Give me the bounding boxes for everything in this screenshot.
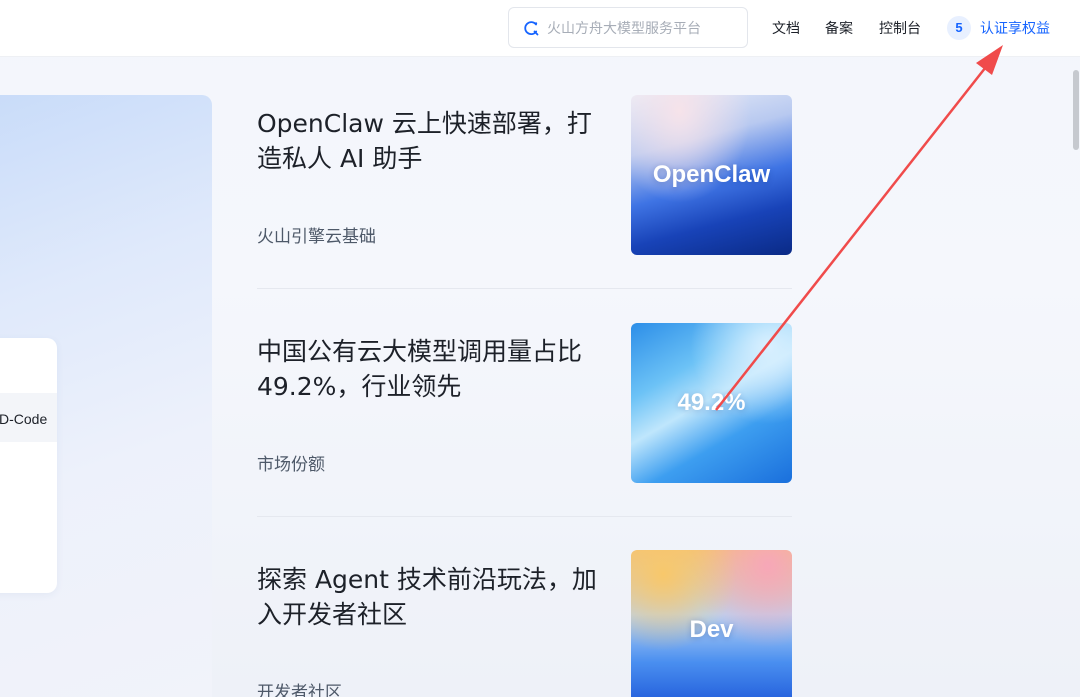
banner-card[interactable]: D-Code [0, 338, 57, 593]
article-title[interactable]: 中国公有云大模型调用量占比49.2%，行业领先 [257, 334, 607, 404]
article-tag: 火山引擎云基础 [257, 227, 376, 247]
article-thumbnail[interactable]: Dev [631, 550, 792, 697]
thumbnail-text: 49.2% [677, 389, 746, 416]
article-divider [257, 288, 792, 289]
article-item-dev-community[interactable]: 探索 Agent 技术前沿玩法，加入开发者社区 开发者社区 Dev [257, 550, 792, 697]
certification-benefits-link[interactable]: 认证享权益 [980, 18, 1050, 38]
hero-banner[interactable]: D-Code [0, 95, 212, 697]
article-tag: 市场份额 [257, 455, 325, 475]
notification-badge[interactable]: 5 [947, 16, 971, 40]
search-icon [524, 20, 539, 35]
nav-docs-link[interactable]: 文档 [772, 18, 800, 38]
article-thumbnail[interactable]: OpenClaw [631, 95, 792, 255]
article-item-openclaw[interactable]: OpenClaw 云上快速部署，打造私人 AI 助手 火山引擎云基础 OpenC… [257, 95, 792, 266]
top-header: 火山方舟大模型服务平台 文档 备案 控制台 5 认证享权益 [0, 0, 1080, 57]
search-input[interactable]: 火山方舟大模型服务平台 [508, 7, 748, 48]
article-title[interactable]: 探索 Agent 技术前沿玩法，加入开发者社区 [257, 562, 607, 632]
article-tag: 开发者社区 [257, 683, 342, 697]
article-title[interactable]: OpenClaw 云上快速部署，打造私人 AI 助手 [257, 106, 607, 176]
article-item-market-share[interactable]: 中国公有云大模型调用量占比49.2%，行业领先 市场份额 49.2% [257, 323, 792, 494]
search-placeholder: 火山方舟大模型服务平台 [547, 20, 701, 37]
banner-card-label: D-Code [0, 411, 48, 427]
page-scrollbar[interactable] [1073, 70, 1079, 150]
thumbnail-text: Dev [689, 616, 734, 643]
thumbnail-text: OpenClaw [652, 161, 771, 188]
nav-console-link[interactable]: 控制台 [879, 18, 921, 38]
nav-filing-link[interactable]: 备案 [825, 18, 853, 38]
article-divider [257, 516, 792, 517]
article-thumbnail[interactable]: 49.2% [631, 323, 792, 483]
